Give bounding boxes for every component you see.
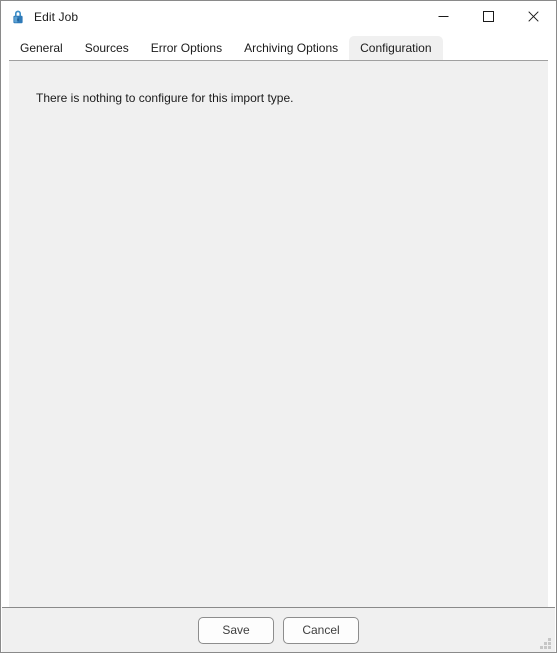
save-button[interactable]: Save xyxy=(198,616,274,644)
tab-strip: General Sources Error Options Archiving … xyxy=(1,32,556,61)
tab-sources[interactable]: Sources xyxy=(74,36,140,61)
window-title: Edit Job xyxy=(34,9,79,24)
close-button[interactable] xyxy=(511,1,556,32)
minimize-button[interactable] xyxy=(421,1,466,32)
cancel-button[interactable]: Cancel xyxy=(283,616,359,644)
title-bar-left: Edit Job xyxy=(1,9,78,25)
tab-error-options[interactable]: Error Options xyxy=(140,36,233,61)
tab-general[interactable]: General xyxy=(9,36,74,61)
window-controls xyxy=(421,1,556,32)
tab-archiving-options[interactable]: Archiving Options xyxy=(233,36,349,61)
edit-job-window: Edit Job General Sources Error Options A… xyxy=(0,0,557,653)
close-icon xyxy=(528,11,539,22)
empty-state-message: There is nothing to configure for this i… xyxy=(36,91,294,105)
maximize-button[interactable] xyxy=(466,1,511,32)
padlock-icon xyxy=(10,9,26,25)
configuration-panel: There is nothing to configure for this i… xyxy=(9,60,548,607)
title-bar[interactable]: Edit Job xyxy=(1,1,556,32)
minimize-icon xyxy=(438,16,449,17)
maximize-icon xyxy=(483,11,494,22)
dialog-footer: Save Cancel xyxy=(2,607,555,652)
tab-configuration[interactable]: Configuration xyxy=(349,36,443,61)
resize-grip[interactable] xyxy=(540,638,551,649)
